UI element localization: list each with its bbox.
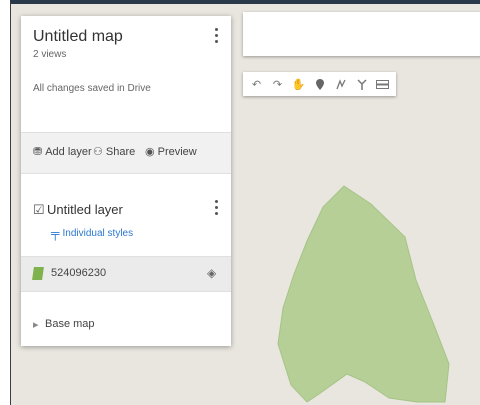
map-views-count: 2 views xyxy=(33,49,67,60)
undo-icon[interactable]: ↶ xyxy=(247,74,266,94)
preview-label: Preview xyxy=(157,145,197,158)
share-button[interactable]: ⚇ Share xyxy=(93,145,136,159)
base-map-expand-icon[interactable]: ▸ xyxy=(33,318,39,331)
add-layer-icon: ⛃ xyxy=(33,146,43,158)
preview-eye-icon: ◉ xyxy=(145,146,155,158)
add-person-icon: ⚇ xyxy=(93,146,103,158)
layer-styles-link[interactable]: ╤ Individual styles xyxy=(51,226,133,240)
map-frame: ↶ ↷ ✋ Untitled map 2 views All changes s… xyxy=(10,0,480,405)
hand-icon[interactable]: ✋ xyxy=(289,74,308,94)
add-layer-button[interactable]: ⛃ Add layer xyxy=(33,145,92,159)
map-toolbar: ↶ ↷ ✋ xyxy=(243,72,396,96)
polygon-feature-icon xyxy=(32,267,44,280)
add-layer-label: Add layer xyxy=(45,145,92,158)
paint-bucket-icon[interactable]: ◈ xyxy=(207,266,216,280)
map-side-panel: Untitled map 2 views All changes saved i… xyxy=(21,16,231,346)
layer-styles-label: Individual styles xyxy=(62,227,134,239)
marker-icon[interactable] xyxy=(310,74,329,94)
draw-line-icon[interactable] xyxy=(331,74,350,94)
layer-visibility-checkbox[interactable]: ☑ xyxy=(33,202,45,218)
map-options-menu-icon[interactable] xyxy=(209,24,223,46)
directions-icon[interactable] xyxy=(352,74,371,94)
feature-label: 524096230 xyxy=(51,267,107,279)
redo-icon[interactable]: ↷ xyxy=(268,74,287,94)
paint-roller-icon: ╤ xyxy=(51,226,60,240)
layer-options-menu-icon[interactable] xyxy=(209,196,223,218)
map-polygon[interactable] xyxy=(277,185,450,403)
map-title[interactable]: Untitled map xyxy=(33,28,123,46)
preview-button[interactable]: ◉ Preview xyxy=(145,145,197,159)
save-status: All changes saved in Drive xyxy=(33,83,151,94)
map-actions-bar: ⛃ Add layer ⚇ Share ◉ Preview xyxy=(21,132,231,174)
measure-ruler-icon[interactable] xyxy=(373,74,392,94)
share-label: Share xyxy=(105,145,136,158)
map-search-box[interactable] xyxy=(243,12,480,56)
feature-list-item[interactable]: 524096230 ◈ xyxy=(21,256,231,292)
layer-name[interactable]: Untitled layer xyxy=(47,202,123,217)
base-map-label[interactable]: Base map xyxy=(45,318,95,330)
